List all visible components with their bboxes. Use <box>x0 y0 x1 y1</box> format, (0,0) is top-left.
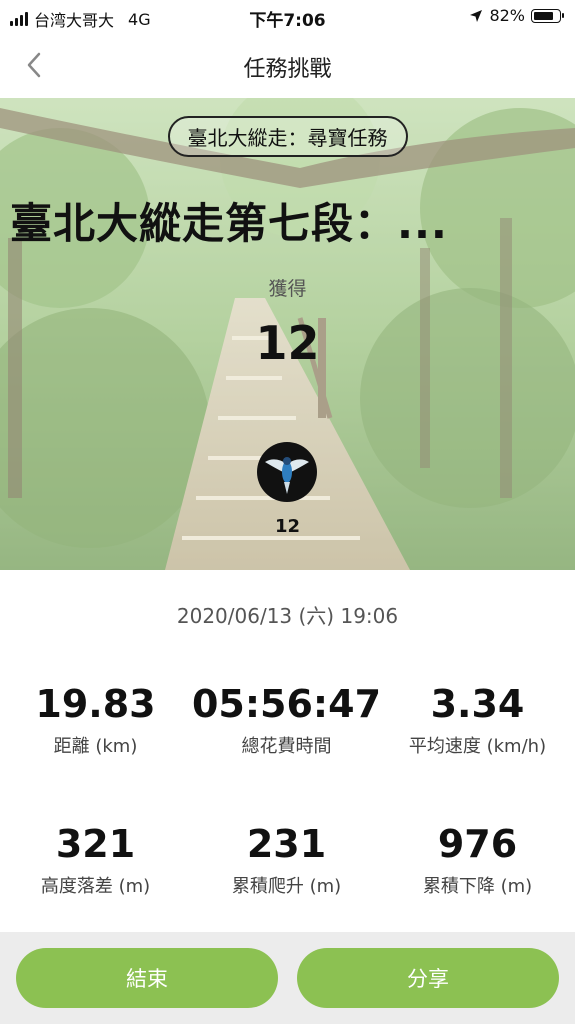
battery-percent: 82% <box>489 6 525 25</box>
end-button[interactable]: 結束 <box>16 948 278 1008</box>
record-datetime: 2020/06/13 (六) 19:06 <box>176 604 399 628</box>
hero-banner: 臺北大縱走：尋寶任務 臺北大縱走第七段：... 獲得 12 12 <box>0 98 575 570</box>
status-bar: 台湾大哥大 4G 下午7:06 82% <box>0 0 575 36</box>
stat-total-time: 05:56:47 總花費時間 <box>191 680 382 758</box>
stat-label: 平均速度 (km/h) <box>408 736 547 757</box>
battery-icon <box>531 8 564 23</box>
stat-value: 321 <box>55 822 136 866</box>
stat-avg-speed: 3.34 平均速度 (km/h) <box>382 680 573 758</box>
stat-label: 累積下降 (m) <box>422 876 533 897</box>
status-right: 82% <box>469 6 564 25</box>
stat-label: 距離 (km) <box>53 736 138 757</box>
page-title: 任務挑戰 <box>243 57 332 82</box>
stat-value: 976 <box>437 822 518 866</box>
battery-fill <box>534 11 553 20</box>
badge-count: 12 <box>274 516 301 537</box>
earned-value: 12 <box>255 316 320 370</box>
stat-distance: 19.83 距離 (km) <box>0 680 191 758</box>
bird-badge-icon <box>257 442 317 502</box>
share-button[interactable]: 分享 <box>297 948 559 1008</box>
stat-value: 05:56:47 <box>191 682 382 726</box>
stat-label: 總花費時間 <box>241 736 332 757</box>
nav-bar: 任務挑戰 <box>0 36 575 96</box>
earned-label: 獲得 <box>268 278 307 300</box>
stat-value: 231 <box>246 822 327 866</box>
route-title: 臺北大縱走第七段：... <box>10 199 448 248</box>
stat-label: 高度落差 (m) <box>40 876 151 897</box>
stat-label: 累積爬升 (m) <box>231 876 342 897</box>
stat-elevation-diff: 321 高度落差 (m) <box>0 820 191 898</box>
location-arrow-icon <box>470 9 483 22</box>
mission-tag: 臺北大縱走：尋寶任務 <box>167 116 408 157</box>
bird-icon <box>265 457 309 494</box>
stat-value: 19.83 <box>35 682 156 726</box>
bottom-action-bar: 結束 分享 <box>0 932 575 1024</box>
stat-total-descent: 976 累積下降 (m) <box>382 820 573 898</box>
stat-value: 3.34 <box>430 682 525 726</box>
stat-total-ascent: 231 累積爬升 (m) <box>191 820 382 898</box>
